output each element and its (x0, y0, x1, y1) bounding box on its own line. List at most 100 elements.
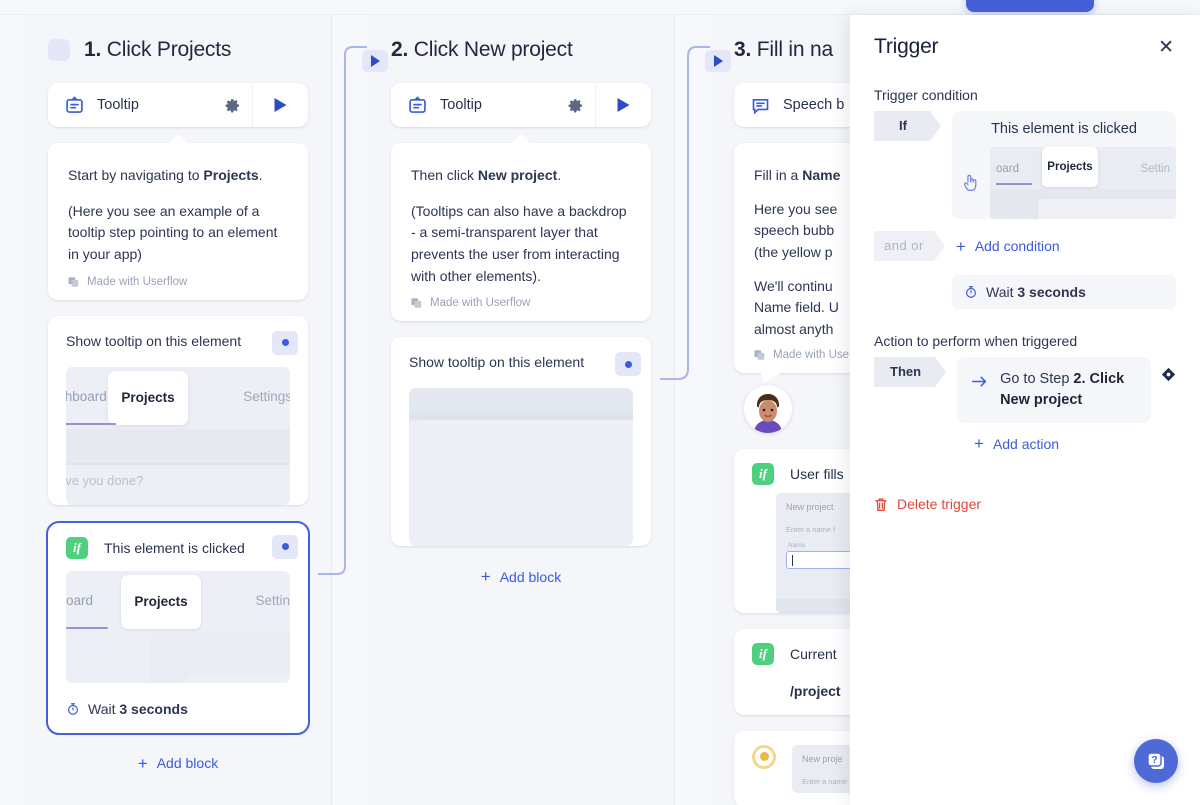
trigger-condition-row: If This element is clicked oard Projects… (874, 111, 1176, 219)
preview-nav-left: shboard (66, 388, 107, 404)
step-title-text: Fill in na (756, 38, 833, 61)
wait-value: 3 seconds (1017, 284, 1086, 300)
preview-form-sub: Enter a name (802, 776, 848, 786)
plus-icon: + (137, 753, 148, 773)
card-heading: Show tooltip on this element (66, 332, 242, 349)
tooltip-bubble: Start by navigating to Projects. (Here y… (48, 143, 308, 300)
tooltip-icon (407, 95, 428, 116)
delete-trigger-button[interactable]: Delete trigger (874, 496, 1176, 512)
step-column-2: 2. Click New project Tooltip Then click … (368, 15, 675, 805)
add-action-label: Add action (992, 435, 1060, 452)
if-tag: If (874, 111, 941, 141)
tooltip-icon (64, 95, 85, 116)
arrow-right-icon (971, 374, 988, 389)
preview-form-title: New project (786, 501, 834, 512)
trash-icon (874, 497, 888, 512)
card-heading-row: Show tooltip on this element (48, 316, 308, 355)
connector-handle[interactable] (272, 330, 298, 355)
step-title-text: Click Projects (106, 38, 232, 61)
if-badge: if (752, 642, 774, 665)
delete-trigger-label: Delete trigger (897, 496, 982, 513)
block-label: Tooltip (97, 97, 139, 113)
wait-value: 3 seconds (119, 700, 188, 717)
preview-nav-selected: Projects (1042, 147, 1098, 187)
step-header[interactable]: 1. Click Projects (48, 33, 308, 67)
plus-icon: + (974, 434, 984, 454)
connector-handle[interactable] (272, 534, 298, 559)
condition-box[interactable]: This element is clicked oard Projects Se… (952, 111, 1176, 219)
connector-handle[interactable] (615, 352, 641, 377)
tooltip-line: Start by navigating to Projects. (68, 167, 263, 183)
condition-app-preview: oard Projects Settin (963, 147, 1176, 219)
wait-row: Wait 3 seconds (48, 701, 308, 733)
card-heading: Show tooltip on this element (409, 354, 585, 371)
preview-nav-right: Settin (1140, 163, 1170, 175)
userflow-flow-editor: 1. Click Projects Tooltip Start by navig… (0, 0, 1200, 805)
trigger-card-selected[interactable]: if This element is clicked oard Projects… (46, 520, 310, 735)
add-action-button[interactable]: + Add action (974, 435, 1176, 452)
svg-text:?: ? (1151, 754, 1157, 766)
add-block-button[interactable]: + Add block (391, 568, 651, 585)
speech-bubble-icon (750, 95, 771, 116)
step-entry-arrow[interactable] (362, 50, 388, 72)
gear-icon[interactable] (212, 97, 252, 114)
show-tooltip-element-card[interactable]: Show tooltip on this element New project (391, 337, 651, 547)
preview-form-sub: Enter a name f (786, 524, 836, 534)
plus-icon: + (480, 567, 491, 587)
play-icon[interactable] (595, 83, 651, 127)
avatar (744, 384, 792, 433)
add-condition-label: Add condition (974, 238, 1060, 254)
drag-handle[interactable] (48, 39, 70, 61)
target-icon (752, 744, 776, 769)
panel-header: Trigger ✕ (874, 15, 1176, 71)
show-tooltip-element-card[interactable]: Show tooltip on this element shboard Pro… (48, 315, 308, 505)
app-preview: oard Projects Settin (66, 570, 290, 683)
app-preview: New project (409, 388, 633, 547)
diamond-icon[interactable] (1161, 367, 1176, 382)
action-row: Then Go to Step 2. Click New project (874, 357, 1176, 424)
add-condition-row: and or + Add condition (874, 231, 1176, 261)
block-header-row[interactable]: Tooltip (391, 83, 651, 127)
help-cards-icon: ? (1144, 749, 1168, 773)
close-icon[interactable]: ✕ (1156, 34, 1176, 61)
preview-placeholder: ave you done? (66, 472, 144, 488)
add-condition-button[interactable]: + Add condition (956, 238, 1060, 255)
canvas-gutter (332, 15, 368, 805)
canvas-gutter (675, 15, 711, 805)
wait-condition[interactable]: Wait 3 seconds (952, 275, 1176, 309)
preview-form-title: New proje (802, 753, 843, 764)
condition-title: This element is clicked (991, 121, 1137, 137)
action-box[interactable]: Go to Step 2. Click New project (957, 357, 1151, 424)
add-block-button[interactable]: + Add block (48, 755, 308, 772)
preview-form-field-label: Name (788, 541, 806, 549)
page-title: 1. Click Projects (84, 38, 231, 62)
step-header[interactable]: 2. Click New project (391, 33, 651, 67)
preview-nav-selected: Projects (121, 574, 201, 629)
tooltip-line: (Tooltips can also have a backdrop - a s… (411, 202, 627, 284)
panel-title: Trigger (874, 35, 939, 58)
block-header-row[interactable]: Tooltip (48, 83, 308, 127)
gear-icon[interactable] (555, 97, 595, 114)
step-number: 3. (734, 38, 752, 61)
step-column-1: 1. Click Projects Tooltip Start by navig… (25, 15, 332, 805)
userflow-watermark: Made with Userflow (411, 297, 631, 309)
plus-icon: + (955, 236, 966, 256)
block-card-tooltip[interactable]: Tooltip (48, 83, 308, 127)
preview-nav-left: oard (66, 592, 94, 608)
stopwatch-icon (966, 286, 976, 298)
userflow-watermark: Made with Userflow (68, 276, 288, 288)
publish-button[interactable] (966, 0, 1094, 12)
block-card-tooltip[interactable]: Tooltip (391, 83, 651, 127)
and-or-tag[interactable]: and or (874, 231, 945, 261)
page-title: 2. Click New project (391, 38, 573, 62)
tooltip-bubble: Then click New project. (Tooltips can al… (391, 143, 651, 321)
action-label: Action to perform when triggered (874, 333, 1078, 349)
step-title-text: Click New project (413, 38, 573, 61)
play-icon[interactable] (252, 83, 308, 127)
if-badge: if (752, 462, 774, 485)
if-badge: if (66, 536, 88, 559)
block-label: Tooltip (440, 97, 482, 113)
step-entry-arrow[interactable] (705, 50, 731, 72)
trigger-header-row: if This element is clicked (48, 523, 308, 559)
help-button[interactable]: ? (1134, 739, 1178, 783)
